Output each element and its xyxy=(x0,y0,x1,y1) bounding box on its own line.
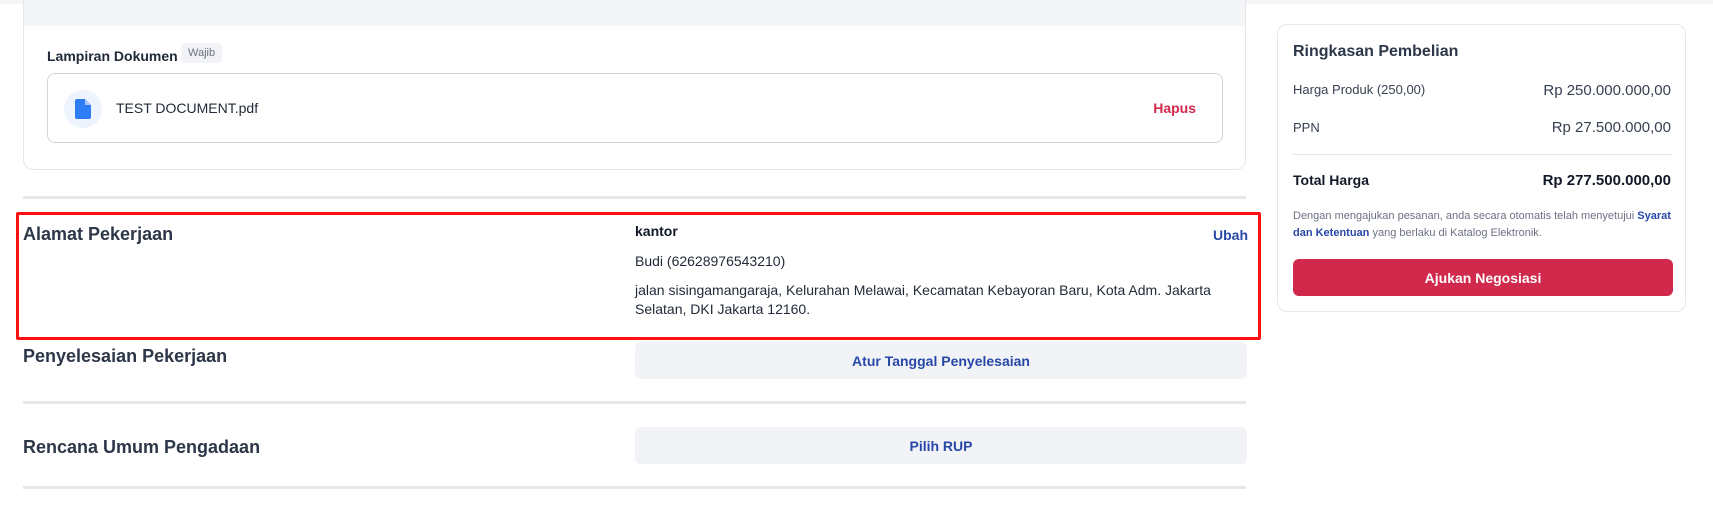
attached-file[interactable]: TEST DOCUMENT.pdf Hapus xyxy=(47,73,1223,143)
terms-text: Dengan mengajukan pesanan, anda secara o… xyxy=(1293,208,1673,242)
delete-file-button[interactable]: Hapus xyxy=(1153,100,1196,116)
section-divider xyxy=(23,196,1246,199)
edit-address-button[interactable]: Ubah xyxy=(1213,227,1248,243)
set-completion-date-button[interactable]: Atur Tanggal Penyelesaian xyxy=(635,342,1247,379)
tax-label: PPN xyxy=(1293,120,1320,135)
section-divider xyxy=(23,486,1246,489)
attachment-card: Lampiran Dokumen Wajib TEST DOCUMENT.pdf… xyxy=(23,0,1246,170)
product-price-value: Rp 250.000.000,00 xyxy=(1543,82,1671,99)
file-document-icon xyxy=(64,90,102,128)
summary-title: Ringkasan Pembelian xyxy=(1293,43,1459,60)
completion-title: Penyelesaian Pekerjaan xyxy=(23,346,228,366)
address-contact: Budi (62628976543210) xyxy=(635,253,786,269)
purchase-summary-card: Ringkasan Pembelian Harga Produk (250,00… xyxy=(1277,24,1686,312)
attachment-label: Lampiran Dokumen xyxy=(47,48,178,64)
tax-value: Rp 27.500.000,00 xyxy=(1551,119,1671,136)
submit-negotiation-button[interactable]: Ajukan Negosiasi xyxy=(1293,259,1673,296)
terms-prefix: Dengan mengajukan pesanan, anda secara o… xyxy=(1293,210,1635,222)
select-rup-button[interactable]: Pilih RUP xyxy=(635,427,1247,464)
total-value: Rp 277.500.000,00 xyxy=(1542,172,1671,189)
total-label: Total Harga xyxy=(1293,172,1369,188)
required-badge: Wajib xyxy=(181,43,223,63)
attachment-card-header xyxy=(24,0,1245,26)
section-divider xyxy=(23,401,1246,404)
work-address-title: Alamat Pekerjaan xyxy=(23,224,174,244)
terms-suffix: yang berlaku di Katalog Elektronik. xyxy=(1372,227,1542,239)
procurement-plan-title: Rencana Umum Pengadaan xyxy=(23,437,261,457)
product-price-label: Harga Produk (250,00) xyxy=(1293,82,1426,97)
address-detail: jalan sisingamangaraja, Kelurahan Melawa… xyxy=(635,282,1211,317)
file-name: TEST DOCUMENT.pdf xyxy=(116,100,259,116)
summary-divider xyxy=(1293,154,1673,155)
address-name: kantor xyxy=(635,223,678,239)
